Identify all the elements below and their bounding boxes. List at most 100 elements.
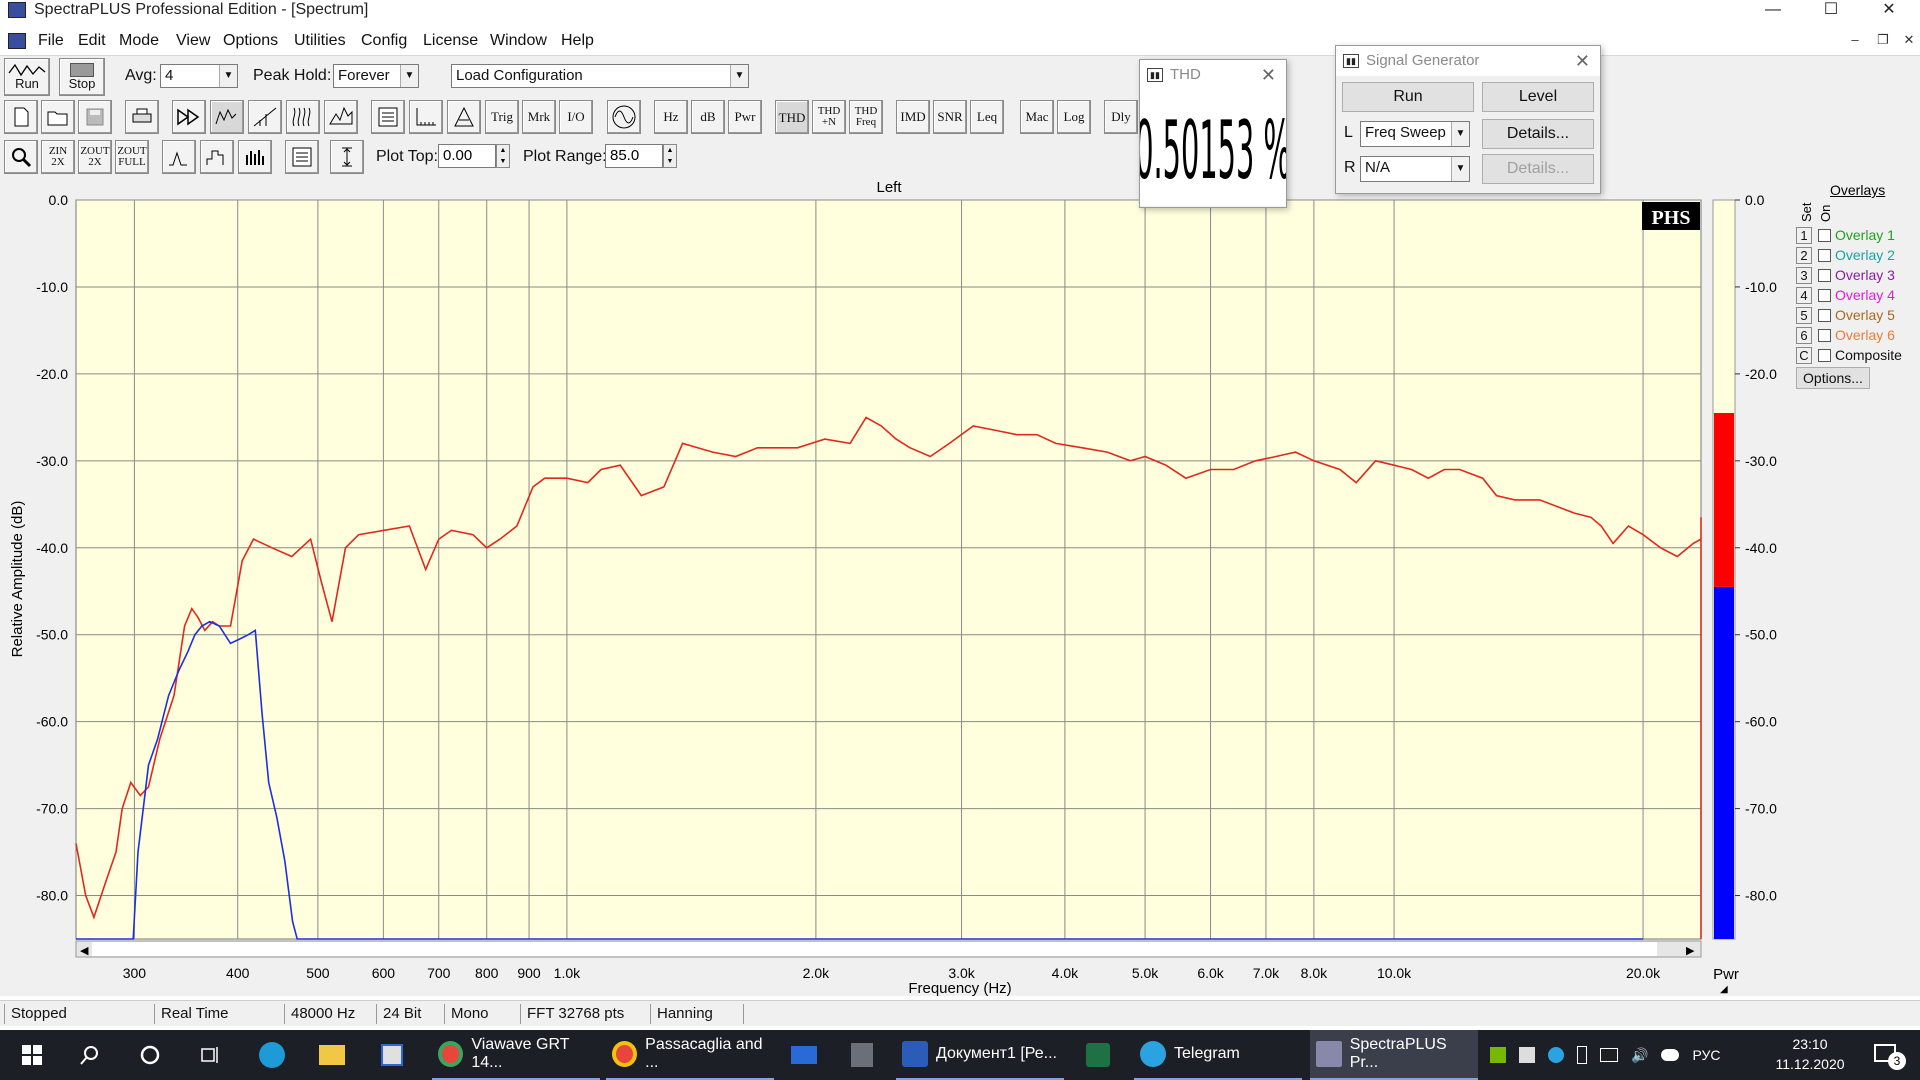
menu-window[interactable]: Window [490, 32, 547, 50]
language-indicator[interactable]: РУС [1692, 1047, 1720, 1063]
menu-help[interactable]: Help [561, 32, 594, 50]
taskbar-app-spectraplus[interactable]: SpectraPLUS Pr... [1310, 1030, 1478, 1080]
calculator-pinned-button[interactable] [840, 1030, 884, 1080]
search-button[interactable] [70, 1030, 110, 1080]
snr-button[interactable]: SNR [933, 100, 967, 134]
right-channel-select[interactable]: N/A ▼ [1360, 156, 1470, 182]
overlay-set-button[interactable]: 5 [1796, 307, 1812, 324]
mdi-minimize-button[interactable]: – [1846, 32, 1864, 47]
save-button[interactable] [78, 100, 112, 134]
thd-n-button[interactable]: THD +N [812, 100, 846, 134]
mrk-button[interactable]: Mrk [522, 100, 556, 134]
generator-level-button[interactable]: Level [1482, 82, 1594, 112]
thd-button[interactable]: THD [775, 100, 809, 134]
zoom-in-2x-button[interactable]: ZIN 2X [41, 140, 75, 174]
overlay-set-button[interactable]: 4 [1796, 287, 1812, 304]
menu-license[interactable]: License [423, 32, 478, 50]
close-button[interactable]: ✕ [1866, 0, 1912, 20]
open-file-button[interactable] [41, 100, 75, 134]
excel-pinned-button[interactable] [1076, 1030, 1120, 1080]
plot-range-input[interactable]: 85.0 [605, 144, 663, 168]
notifications-button[interactable]: 3 [1866, 1042, 1906, 1070]
pwr-button[interactable]: Pwr [728, 100, 762, 134]
thd-freq-button[interactable]: THD Freq [849, 100, 883, 134]
menu-utilities[interactable]: Utilities [294, 32, 346, 50]
new-file-button[interactable] [4, 100, 38, 134]
peak-hold-select[interactable]: Forever ▼ [333, 64, 419, 88]
scroll-left-icon[interactable]: ◀ [80, 945, 89, 957]
menu-edit[interactable]: Edit [78, 32, 106, 50]
generator-run-button[interactable]: Run [1342, 82, 1474, 112]
taskbar-app-chrome-1[interactable]: Viawave GRT 14... [432, 1030, 600, 1080]
mail-pinned-button[interactable] [782, 1030, 826, 1080]
mdi-doc-icon[interactable] [8, 33, 26, 49]
overlay-set-button[interactable]: 6 [1796, 327, 1812, 344]
trig-button[interactable]: Trig [485, 100, 519, 134]
spectrogram-button[interactable] [286, 100, 320, 134]
run-button[interactable]: Run [4, 58, 50, 96]
overlay-on-checkbox[interactable] [1818, 249, 1831, 262]
zoom-button[interactable] [4, 140, 38, 174]
menu-options[interactable]: Options [223, 32, 278, 50]
store-pinned-button[interactable] [372, 1030, 412, 1080]
fast-forward-button[interactable] [172, 100, 206, 134]
taskbar-app-word[interactable]: Документ1 [Ре... [896, 1030, 1064, 1080]
dly-button[interactable]: Dly [1104, 100, 1138, 134]
hz-button[interactable]: Hz [654, 100, 688, 134]
explorer-pinned-button[interactable] [312, 1030, 352, 1080]
app-icon[interactable] [8, 2, 26, 18]
db-button[interactable]: dB [691, 100, 725, 134]
3d-surface-button[interactable] [324, 100, 358, 134]
menu-view[interactable]: View [176, 32, 210, 50]
overlay-set-button[interactable]: 1 [1796, 227, 1812, 244]
zoom-out-2x-button[interactable]: ZOUT 2X [78, 140, 112, 174]
overlay-on-checkbox[interactable] [1818, 309, 1831, 322]
bar-view-button[interactable] [238, 140, 272, 174]
config-select[interactable]: Load Configuration ▼ [451, 64, 749, 88]
table-view-button[interactable] [371, 100, 405, 134]
scroll-right-icon[interactable]: ▶ [1686, 945, 1695, 957]
taskbar-app-chrome-2[interactable]: Passacaglia and ... [606, 1030, 774, 1080]
mdi-restore-button[interactable]: ❐ [1874, 32, 1892, 48]
left-details-button[interactable]: Details... [1482, 119, 1594, 149]
overlay-on-checkbox[interactable] [1818, 329, 1831, 342]
telegram-tray-icon[interactable] [1548, 1047, 1564, 1063]
plot-range-spinner[interactable]: ▲ ▼ [663, 144, 677, 168]
horizontal-scrollbar[interactable] [75, 940, 1702, 958]
spectrum-chart[interactable]: Left 0.0 -10.0 -20.0 -30.0 -40.0 -50.0 -60.0 -7… [0, 174, 1920, 996]
overlay-on-checkbox[interactable] [1818, 269, 1831, 282]
maximize-button[interactable]: ☐ [1808, 0, 1854, 20]
plot-top-input[interactable]: 0.00 [438, 144, 496, 168]
menu-file[interactable]: File [38, 32, 64, 50]
shield-icon[interactable] [1519, 1047, 1535, 1063]
taskbar-app-telegram[interactable]: Telegram [1134, 1030, 1302, 1080]
leq-button[interactable]: Leq [970, 100, 1004, 134]
scaling-button[interactable] [409, 100, 443, 134]
weighting-button[interactable] [447, 100, 481, 134]
zoom-out-full-button[interactable]: ZOUT FULL [115, 140, 149, 174]
plot-top-spinner[interactable]: ▲ ▼ [496, 144, 510, 168]
edge-pinned-button[interactable] [252, 1030, 292, 1080]
signal-generator-button[interactable] [607, 100, 641, 134]
autoscale-button[interactable] [330, 140, 364, 174]
avg-select[interactable]: 4 ▼ [160, 64, 238, 88]
resize-grip-icon[interactable]: ◢ [1720, 984, 1728, 995]
mdi-close-button[interactable]: ✕ [1900, 32, 1918, 48]
analyzer-mode-button[interactable] [210, 100, 244, 134]
nvidia-icon[interactable] [1490, 1047, 1506, 1063]
io-button[interactable]: I/O [559, 100, 593, 134]
usb-drive-icon[interactable] [1577, 1046, 1587, 1064]
overlay-on-checkbox[interactable] [1818, 229, 1831, 242]
mac-button[interactable]: Mac [1020, 100, 1054, 134]
print-button[interactable] [125, 100, 159, 134]
task-view-button[interactable] [190, 1030, 230, 1080]
close-icon[interactable]: ✕ [1261, 60, 1276, 90]
start-button[interactable] [12, 1030, 52, 1080]
stop-button[interactable]: Stop [59, 58, 105, 96]
cortana-button[interactable] [130, 1030, 170, 1080]
peak-marker-button[interactable] [162, 140, 196, 174]
volume-icon[interactable]: 🔊 [1631, 1047, 1648, 1064]
network-icon[interactable] [1600, 1048, 1618, 1062]
overlay-set-button[interactable]: C [1796, 347, 1812, 364]
menu-mode[interactable]: Mode [119, 32, 159, 50]
